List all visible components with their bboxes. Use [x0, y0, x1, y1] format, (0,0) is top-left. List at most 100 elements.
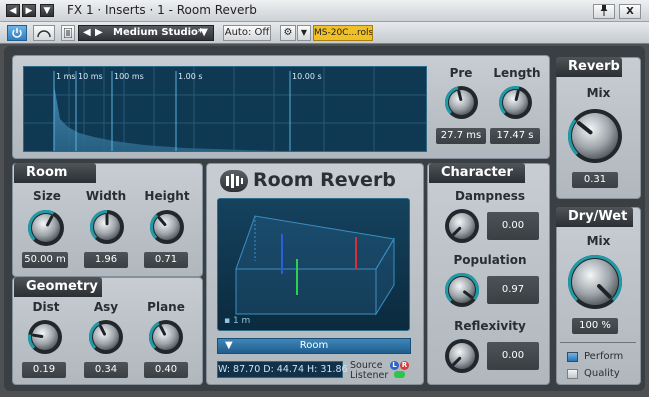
time-label-10ms: 10 ms — [78, 72, 103, 81]
population-knob[interactable] — [443, 271, 481, 309]
preset-list-button[interactable] — [61, 25, 75, 41]
plane-knob[interactable] — [147, 318, 185, 356]
pre-label: Pre — [449, 66, 473, 80]
pre-knob[interactable] — [443, 84, 480, 121]
window-titlebar: ◀ ▶ ▼ FX 1 · Inserts · 1 - Room Reverb X — [0, 0, 649, 22]
compare-icon — [37, 30, 51, 38]
knob-graphic — [568, 109, 622, 163]
reverb-tab: Reverb — [556, 57, 622, 77]
window-title: FX 1 · Inserts · 1 - Room Reverb — [67, 3, 257, 17]
room-select[interactable]: ▼ Room — [217, 338, 411, 354]
size-value: 50.00 m — [22, 252, 68, 268]
height-knob[interactable] — [148, 208, 186, 246]
asy-value: 0.34 — [84, 362, 128, 378]
controller-button[interactable]: MS-20C...rols — [313, 25, 373, 41]
height-value: 0.71 — [144, 252, 188, 268]
knob-graphic — [90, 210, 124, 244]
source-left-toggle[interactable]: L — [390, 361, 399, 370]
time-label-10s: 10.00 s — [292, 72, 322, 81]
knob-pointer — [514, 90, 520, 101]
listener-label: Listener — [350, 370, 389, 381]
preset-selector[interactable]: ◀ ▶ Medium Studio* ▼ — [78, 25, 214, 41]
knob-graphic — [28, 210, 64, 246]
power-button[interactable] — [7, 25, 27, 41]
preset-next-button[interactable]: ▶ — [95, 26, 103, 40]
time-label-100ms: 100 ms — [114, 72, 144, 81]
knob-graphic — [568, 255, 622, 309]
length-knob[interactable] — [497, 84, 534, 121]
width-value: 1.96 — [84, 252, 128, 268]
plane-label: Plane — [147, 300, 185, 314]
length-label: Length — [493, 66, 541, 80]
size-knob[interactable] — [26, 208, 66, 248]
width-label: Width — [85, 189, 127, 203]
dampness-knob[interactable] — [443, 207, 481, 245]
nav-left-button[interactable]: ◀ — [6, 4, 20, 17]
perform-checkbox[interactable] — [567, 352, 578, 362]
drywet-divider — [560, 342, 636, 343]
population-label: Population — [453, 253, 527, 267]
nav-right-button[interactable]: ▶ — [22, 4, 36, 17]
knob-graphic — [445, 86, 478, 119]
preset-menu-arrow[interactable]: ▼ — [200, 26, 208, 40]
close-button[interactable]: X — [619, 4, 641, 19]
knob-graphic — [149, 320, 183, 354]
settings-menu-button[interactable]: ▼ — [297, 25, 311, 41]
brand-title: Room Reverb — [253, 169, 396, 191]
settings-button[interactable]: ⚙ — [280, 25, 296, 41]
geometry-tab: Geometry — [14, 277, 102, 297]
knob-graphic — [89, 320, 123, 354]
dist-label: Dist — [32, 300, 60, 314]
knob-cap — [32, 214, 60, 242]
room-display[interactable]: ▪ 1 m — [217, 198, 410, 331]
nav-menu-button[interactable]: ▼ — [40, 4, 54, 17]
pin-button[interactable] — [593, 4, 615, 19]
room-box — [235, 215, 395, 316]
reverb-mix-value: 0.31 — [572, 172, 618, 188]
dist-value: 0.19 — [22, 362, 66, 378]
asy-knob[interactable] — [87, 318, 125, 356]
quality-checkbox[interactable] — [567, 369, 578, 379]
reverb-mix-label: Mix — [586, 86, 611, 100]
source-right-toggle[interactable]: R — [400, 361, 409, 370]
knob-pointer — [31, 333, 44, 338]
asy-label: Asy — [93, 300, 119, 314]
listener-toggle[interactable] — [394, 371, 405, 378]
brand-logo — [220, 170, 248, 192]
plugin-toolbar: ◀ ▶ Medium Studio* ▼ Auto: Off ⚙ ▼ MS-20… — [0, 22, 649, 44]
knob-cap — [449, 90, 474, 115]
knob-cap — [154, 214, 180, 240]
time-label-1s: 1.00 s — [178, 72, 203, 81]
reflexivity-label: Reflexivity — [454, 319, 526, 333]
knob-graphic — [499, 86, 532, 119]
compare-button[interactable] — [33, 25, 55, 41]
width-knob[interactable] — [88, 208, 126, 246]
presonus-logo-icon — [226, 174, 243, 188]
knob-graphic — [445, 273, 479, 307]
knob-graphic — [150, 210, 184, 244]
reflexivity-value: 0.00 — [487, 342, 539, 370]
list-icon — [63, 27, 73, 39]
reflexivity-knob[interactable] — [443, 337, 481, 375]
length-value: 17.47 s — [490, 128, 540, 144]
pin-icon — [600, 5, 608, 16]
preset-name: Medium Studio* — [113, 27, 204, 38]
knob-graphic — [445, 339, 479, 373]
dampness-value: 0.00 — [487, 212, 539, 240]
knob-cap — [449, 277, 475, 303]
automation-button[interactable]: Auto: Off — [223, 25, 271, 41]
time-label-1ms: 1 ms — [56, 72, 76, 81]
drywet-mix-knob[interactable] — [566, 253, 624, 311]
dampness-label: Dampness — [454, 189, 526, 203]
reverb-mix-knob[interactable] — [566, 107, 624, 165]
room-dimensions: W: 87.70 D: 44.74 H: 31.86 — [217, 361, 348, 378]
quality-label: Quality — [584, 368, 620, 379]
knob-graphic — [445, 209, 479, 243]
dist-knob[interactable] — [26, 318, 64, 356]
scale-label: ▪ 1 m — [224, 316, 251, 326]
height-label: Height — [144, 189, 190, 203]
pre-value: 27.7 ms — [436, 128, 486, 144]
character-tab: Character — [429, 163, 525, 183]
size-label: Size — [33, 189, 61, 203]
preset-prev-button[interactable]: ◀ — [83, 26, 91, 40]
